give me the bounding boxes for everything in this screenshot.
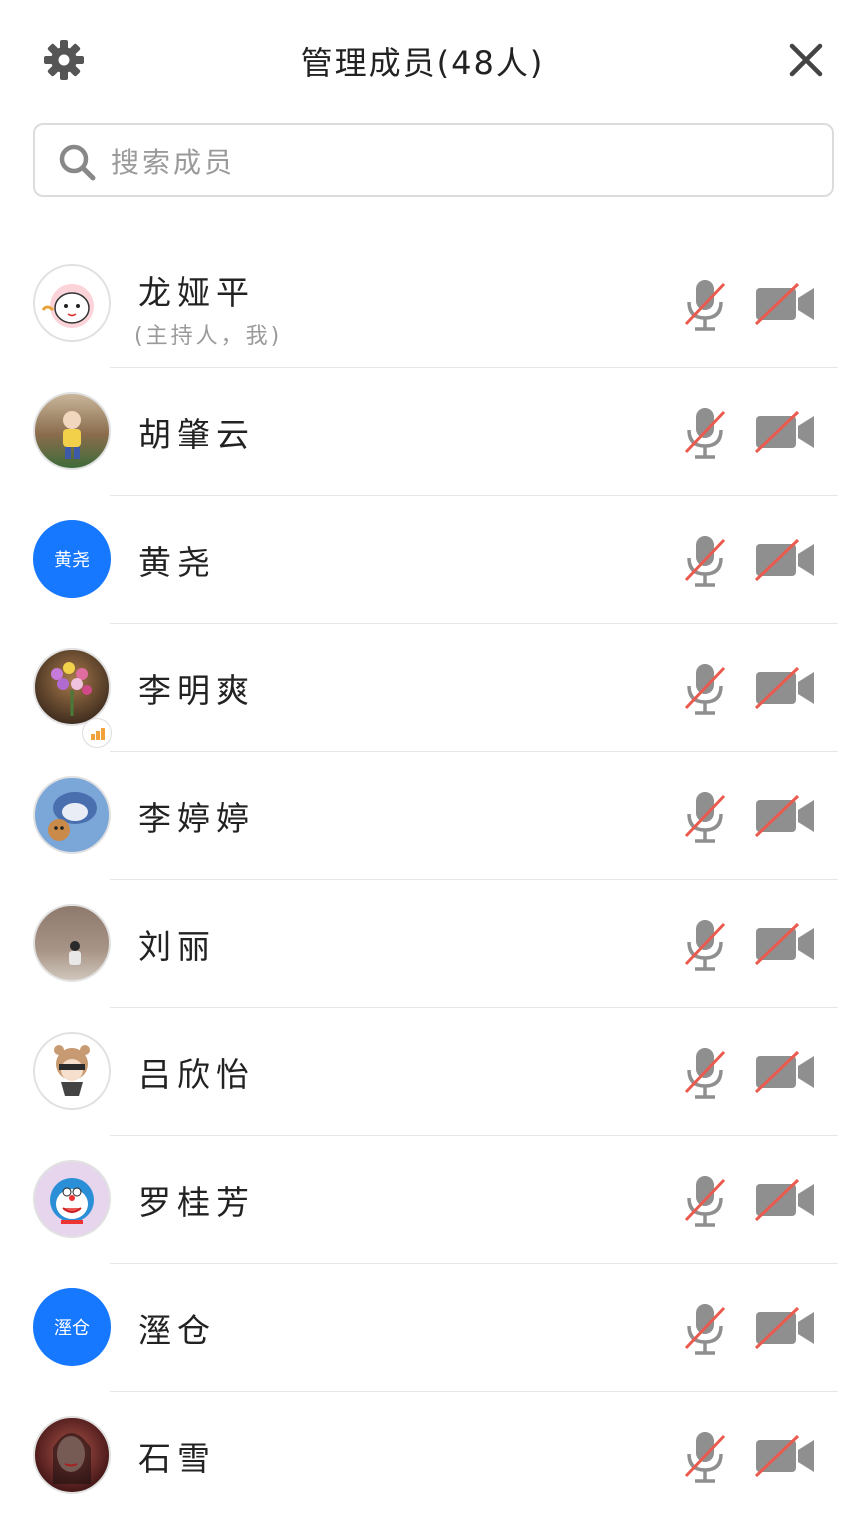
avatar xyxy=(33,392,111,470)
avatar xyxy=(33,1416,111,1494)
mic-muted-icon[interactable] xyxy=(682,662,728,716)
camera-off-icon[interactable] xyxy=(754,410,816,454)
page-title: 管理成员(48人) xyxy=(300,44,545,82)
member-row[interactable]: 刘丽 xyxy=(0,880,845,1008)
avatar xyxy=(33,1160,111,1238)
mic-muted-icon[interactable] xyxy=(682,1430,728,1484)
header: 管理成员(48人) xyxy=(0,0,845,118)
camera-off-icon[interactable] xyxy=(754,922,816,966)
avatar: 黄尧 xyxy=(33,520,111,598)
mic-muted-icon[interactable] xyxy=(682,278,728,332)
member-name: 胡肇云 xyxy=(138,415,255,454)
avatar xyxy=(33,776,111,854)
member-row[interactable]: 胡肇云 xyxy=(0,368,845,496)
camera-off-icon[interactable] xyxy=(754,1050,816,1094)
close-icon[interactable] xyxy=(786,40,826,80)
member-row[interactable]: 黄尧 黄尧 xyxy=(0,496,845,624)
member-name: 李婷婷 xyxy=(138,799,255,838)
member-list: 龙娅平 (主持人，我) 胡肇云 黄尧 黄尧 李明爽 李婷婷 刘丽 吕欣怡 罗桂芳… xyxy=(0,240,845,1520)
avatar xyxy=(33,1032,111,1110)
member-name: 刘丽 xyxy=(138,927,216,966)
camera-off-icon[interactable] xyxy=(754,1178,816,1222)
member-row[interactable]: 石雪 xyxy=(0,1392,845,1520)
mic-muted-icon[interactable] xyxy=(682,1302,728,1356)
camera-off-icon[interactable] xyxy=(754,1306,816,1350)
member-row[interactable]: 李明爽 xyxy=(0,624,845,752)
camera-off-icon[interactable] xyxy=(754,1434,816,1478)
mic-muted-icon[interactable] xyxy=(682,406,728,460)
member-row[interactable]: 溼仓 溼仓 xyxy=(0,1264,845,1392)
member-name: 溼仓 xyxy=(138,1311,216,1350)
avatar: 溼仓 xyxy=(33,1288,111,1366)
member-row[interactable]: 李婷婷 xyxy=(0,752,845,880)
mic-muted-icon[interactable] xyxy=(682,918,728,972)
avatar xyxy=(33,264,111,342)
mic-muted-icon[interactable] xyxy=(682,1046,728,1100)
member-name: 李明爽 xyxy=(138,671,255,710)
member-role: (主持人，我) xyxy=(134,324,283,349)
search-icon xyxy=(59,144,96,181)
member-name: 罗桂芳 xyxy=(138,1183,255,1222)
member-name: 石雪 xyxy=(138,1439,216,1478)
camera-off-icon[interactable] xyxy=(754,282,816,326)
avatar xyxy=(33,648,111,726)
camera-off-icon[interactable] xyxy=(754,538,816,582)
member-row[interactable]: 罗桂芳 xyxy=(0,1136,845,1264)
member-name: 龙娅平 xyxy=(138,273,255,312)
avatar xyxy=(33,904,111,982)
speaking-indicator-icon xyxy=(82,718,112,748)
camera-off-icon[interactable] xyxy=(754,666,816,710)
camera-off-icon[interactable] xyxy=(754,794,816,838)
member-name: 黄尧 xyxy=(138,543,216,582)
mic-muted-icon[interactable] xyxy=(682,790,728,844)
member-row[interactable]: 吕欣怡 xyxy=(0,1008,845,1136)
member-row[interactable]: 龙娅平 (主持人，我) xyxy=(0,240,845,368)
search-input[interactable] xyxy=(109,139,813,185)
mic-muted-icon[interactable] xyxy=(682,534,728,588)
search-bar xyxy=(33,123,834,197)
member-name: 吕欣怡 xyxy=(138,1055,255,1094)
mic-muted-icon[interactable] xyxy=(682,1174,728,1228)
